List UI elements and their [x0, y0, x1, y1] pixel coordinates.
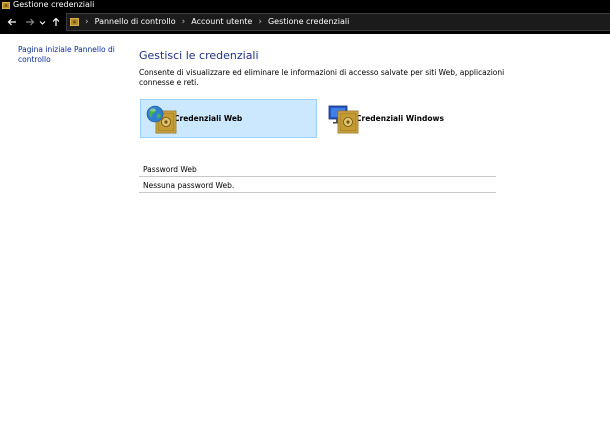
back-button[interactable] — [5, 12, 18, 32]
breadcrumb-separator: › — [181, 17, 186, 27]
web-credentials-label: Credenziali Web — [174, 114, 243, 123]
monitor-vault-icon — [328, 105, 359, 133]
section-divider — [139, 192, 496, 193]
windows-credentials-tile[interactable]: Credenziali Windows — [322, 99, 499, 138]
section-divider — [139, 176, 496, 177]
page-description: Consente di visualizzare ed eliminare le… — [139, 68, 505, 87]
breadcrumb-user-accounts[interactable]: Account utente — [191, 13, 252, 31]
vault-icon — [2, 1, 10, 9]
window-title: Gestione credenziali — [13, 0, 95, 9]
recent-locations-button[interactable] — [38, 12, 47, 32]
breadcrumb-separator: › — [85, 17, 89, 27]
navigation-bar: › Pannello di controllo › Account utente… — [0, 10, 610, 34]
globe-vault-icon — [146, 105, 177, 133]
arrow-left-icon — [7, 18, 16, 26]
web-credentials-tile[interactable]: Credenziali Web — [140, 99, 317, 138]
arrow-up-icon — [52, 17, 59, 26]
title-bar: Gestione credenziali — [0, 0, 610, 10]
breadcrumb-credential-manager[interactable]: Gestione credenziali — [268, 13, 349, 31]
up-button[interactable] — [49, 12, 62, 32]
arrow-right-icon — [25, 18, 34, 26]
web-passwords-header: Password Web — [143, 165, 197, 174]
address-bar[interactable]: › Pannello di controllo › Account utente… — [66, 13, 610, 31]
breadcrumb-separator: › — [258, 17, 262, 27]
windows-credentials-label: Credenziali Windows — [356, 114, 444, 123]
chevron-down-icon — [39, 20, 46, 25]
control-panel-icon — [70, 18, 79, 26]
sidebar-control-panel-home-link[interactable]: Pagina iniziale Pannello di controllo — [18, 45, 118, 65]
no-web-passwords-text: Nessuna password Web. — [143, 181, 235, 190]
forward-button[interactable] — [23, 12, 36, 32]
breadcrumb-control-panel[interactable]: Pannello di controllo — [95, 13, 176, 31]
page-title: Gestisci le credenziali — [139, 49, 259, 62]
